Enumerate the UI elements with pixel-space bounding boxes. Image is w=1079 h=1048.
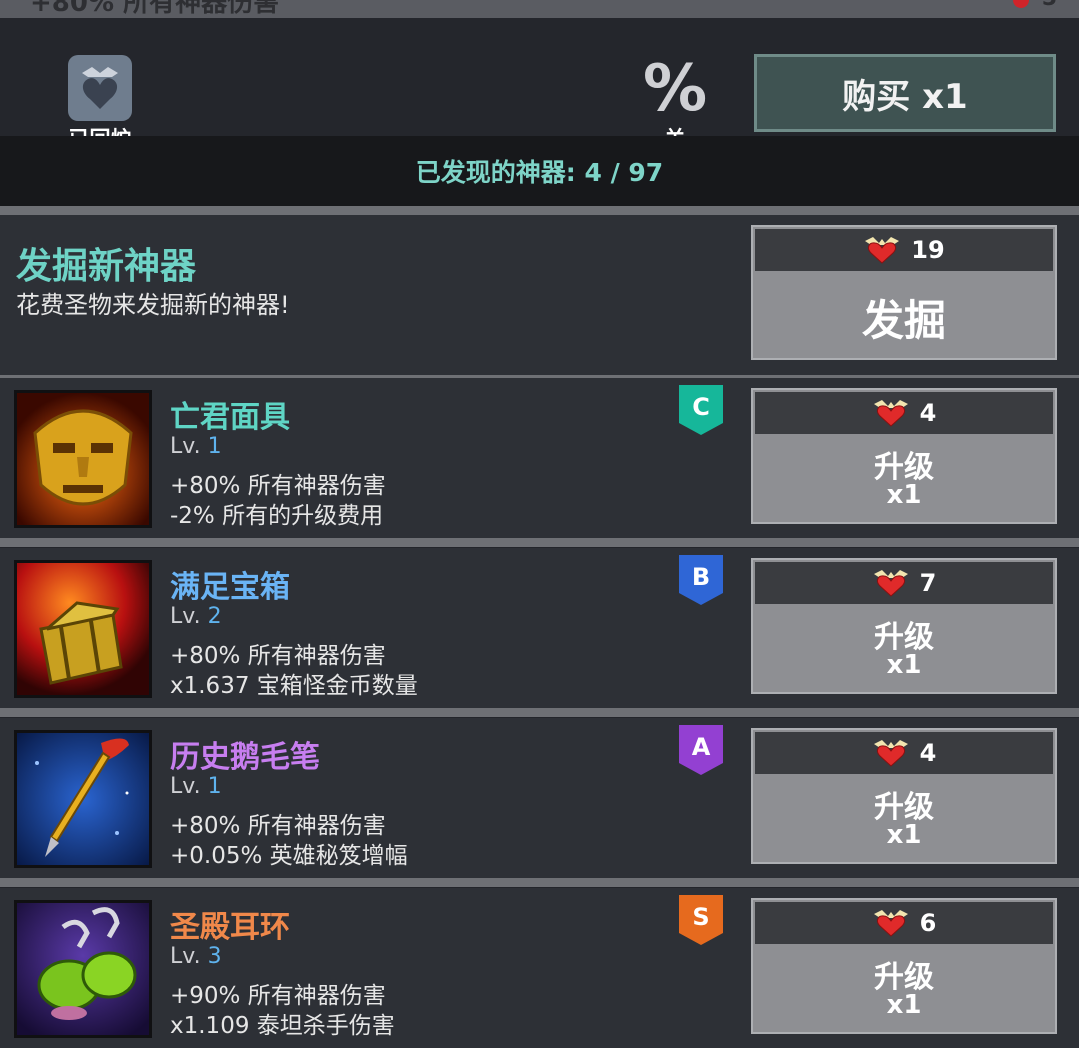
upgrade-cost-value: 4 bbox=[919, 739, 937, 767]
excavate-description: 花费圣物来发掘新的神器! bbox=[16, 291, 290, 319]
upgrade-button[interactable]: 7 升级 x1 bbox=[751, 558, 1057, 694]
svg-text:S: S bbox=[692, 903, 709, 931]
upgrade-button[interactable]: 4 升级 x1 bbox=[751, 728, 1057, 864]
divider bbox=[0, 538, 1079, 547]
artifact-effect: x1.637 宝箱怪金币数量 bbox=[170, 673, 418, 699]
quill-icon bbox=[14, 730, 152, 868]
mask-icon bbox=[14, 390, 152, 528]
upgrade-button[interactable]: 4 升级 x1 bbox=[751, 388, 1057, 524]
top-strip-text: +80% 所有神器伤害 bbox=[30, 0, 280, 18]
rarity-badge: A bbox=[679, 725, 723, 775]
artifact-level: Lv. 2 bbox=[170, 604, 222, 629]
artifact-effect: +90% 所有神器伤害 bbox=[170, 983, 386, 1009]
artifact-name: 圣殿耳环 bbox=[170, 910, 290, 945]
rarity-badge: C bbox=[679, 385, 723, 435]
artifact-name: 亡君面具 bbox=[170, 400, 290, 435]
artifact-level: Lv. 1 bbox=[170, 434, 222, 459]
buy-multiplier-button[interactable]: 购买 x1 bbox=[754, 54, 1056, 132]
upgrade-multiplier: x1 bbox=[886, 820, 922, 850]
chest-icon bbox=[14, 560, 152, 698]
svg-text:C: C bbox=[692, 393, 710, 421]
artifact-effect: -2% 所有的升级费用 bbox=[170, 503, 384, 529]
artifact-header: 已回炉 % 关 购买 x1 bbox=[0, 18, 1079, 151]
discovered-count: 已发现的神器: 4 / 97 bbox=[0, 136, 1079, 206]
artifact-effect: x1.109 泰坦杀手伤害 bbox=[170, 1013, 395, 1039]
upgrade-cost: 6 bbox=[755, 902, 1053, 944]
artifact-name: 历史鹅毛笔 bbox=[170, 740, 320, 775]
divider bbox=[0, 708, 1079, 717]
relic-heart-icon bbox=[873, 570, 908, 597]
svg-text:A: A bbox=[692, 733, 711, 761]
divider bbox=[0, 878, 1079, 887]
svg-text:B: B bbox=[692, 563, 710, 591]
artifact-level: Lv. 3 bbox=[170, 944, 222, 969]
divider bbox=[0, 206, 1079, 215]
upgrade-cost-value: 4 bbox=[919, 399, 937, 427]
rarity-badge: S bbox=[679, 895, 723, 945]
excavate-button[interactable]: 19 发掘 bbox=[751, 225, 1057, 360]
upgrade-multiplier: x1 bbox=[886, 480, 922, 510]
recycle-icon[interactable] bbox=[68, 55, 132, 121]
artifact-level: Lv. 1 bbox=[170, 774, 222, 799]
percent-toggle-icon[interactable]: % bbox=[640, 56, 710, 122]
artifact-row: 历史鹅毛笔 Lv. 1 +80% 所有神器伤害 +0.05% 英雄秘笈增幅 A … bbox=[0, 718, 1079, 878]
upgrade-cost: 4 bbox=[755, 732, 1053, 774]
upgrade-cost-value: 7 bbox=[919, 569, 937, 597]
upgrade-cost-value: 6 bbox=[919, 909, 937, 937]
relic-heart-icon bbox=[873, 740, 908, 767]
artifact-effect: +0.05% 英雄秘笈增幅 bbox=[170, 843, 408, 869]
excavate-panel: 发掘新神器 花费圣物来发掘新的神器! 19 发掘 bbox=[0, 215, 1079, 375]
earring-icon bbox=[14, 900, 152, 1038]
artifact-effect: +80% 所有神器伤害 bbox=[170, 473, 386, 499]
upgrade-cost: 4 bbox=[755, 392, 1053, 434]
upgrade-button[interactable]: 6 升级 x1 bbox=[751, 898, 1057, 1034]
artifact-effect: +80% 所有神器伤害 bbox=[170, 813, 386, 839]
relic-heart-icon bbox=[865, 237, 900, 264]
rarity-badge: B bbox=[679, 555, 723, 605]
upgrade-multiplier: x1 bbox=[886, 990, 922, 1020]
relic-heart-icon bbox=[873, 910, 908, 937]
relic-heart-icon bbox=[873, 400, 908, 427]
artifact-row: 满足宝箱 Lv. 2 +80% 所有神器伤害 x1.637 宝箱怪金币数量 B … bbox=[0, 548, 1079, 708]
artifact-row: 圣殿耳环 Lv. 3 +90% 所有神器伤害 x1.109 泰坦杀手伤害 S 6… bbox=[0, 888, 1079, 1048]
heart-icon bbox=[1013, 0, 1029, 8]
upgrade-multiplier: x1 bbox=[886, 650, 922, 680]
excavate-cost: 19 bbox=[755, 229, 1053, 271]
excavate-cost-value: 19 bbox=[911, 236, 945, 264]
excavate-title: 发掘新神器 bbox=[16, 246, 197, 287]
artifact-effect: +80% 所有神器伤害 bbox=[170, 643, 386, 669]
top-strip: +80% 所有神器伤害 5 bbox=[0, 0, 1079, 18]
upgrade-cost: 7 bbox=[755, 562, 1053, 604]
top-strip-value: 5 bbox=[1042, 0, 1057, 11]
artifact-row: 亡君面具 Lv. 1 +80% 所有神器伤害 -2% 所有的升级费用 C 4 升… bbox=[0, 378, 1079, 538]
artifact-name: 满足宝箱 bbox=[170, 570, 290, 605]
excavate-button-label: 发掘 bbox=[861, 296, 946, 345]
